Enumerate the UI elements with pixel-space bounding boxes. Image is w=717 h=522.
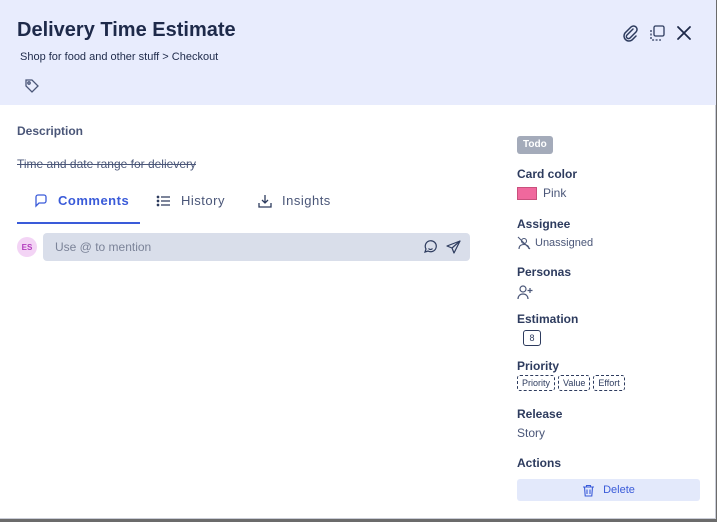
comment-composer: ES (17, 233, 471, 261)
card-title[interactable]: Delivery Time Estimate (17, 19, 236, 42)
actions-label: Actions (517, 456, 562, 470)
card-header: Delivery Time Estimate Shop for food and… (0, 0, 716, 105)
tab-history[interactable]: History (156, 186, 225, 224)
card-detail-modal: Delivery Time Estimate Shop for food and… (0, 0, 716, 519)
card-color-label: Card color (517, 167, 578, 181)
avatar[interactable]: ES (17, 237, 37, 257)
description-label: Description (17, 124, 84, 138)
color-swatch (517, 186, 537, 200)
comments-icon (35, 194, 47, 208)
release-label: Release (517, 407, 563, 421)
tab-bar: Comments History Insights (17, 186, 417, 224)
priority-chip[interactable]: Priority (517, 375, 556, 391)
priority-label: Priority (517, 359, 560, 373)
tab-insights[interactable]: Insights (257, 186, 331, 224)
card-color-selector[interactable]: Pink (517, 186, 566, 200)
release-value[interactable]: Story (517, 426, 545, 440)
delete-button[interactable]: Delete (517, 479, 700, 501)
value-chip[interactable]: Value (558, 375, 591, 391)
tag-icon[interactable] (24, 78, 40, 94)
estimation-label: Estimation (517, 312, 579, 326)
unassigned-user-icon (517, 236, 531, 250)
estimation-value[interactable]: 8 (523, 330, 541, 346)
download-icon (258, 195, 272, 208)
status-badge[interactable]: Todo (517, 136, 553, 154)
breadcrumb[interactable]: Shop for food and other stuff > Checkout (20, 51, 218, 63)
tab-history-label: History (181, 193, 225, 208)
assignee-value: Unassigned (535, 237, 594, 249)
tab-comments[interactable]: Comments (17, 186, 140, 224)
priority-chips: Priority Value Effort (517, 375, 625, 391)
list-icon (156, 195, 170, 207)
add-persona-icon[interactable] (517, 284, 533, 300)
comment-input[interactable] (43, 233, 470, 261)
attachment-icon[interactable] (621, 24, 639, 42)
assignee-label: Assignee (517, 217, 571, 231)
duplicate-icon[interactable] (648, 24, 666, 42)
effort-chip[interactable]: Effort (593, 375, 625, 391)
close-icon[interactable] (675, 24, 693, 42)
tab-comments-label: Comments (58, 193, 130, 208)
emoji-icon[interactable] (423, 240, 438, 255)
description-text[interactable]: Time and date range for delievery (17, 157, 196, 171)
assignee-selector[interactable]: Unassigned (517, 236, 593, 250)
personas-label: Personas (517, 265, 572, 279)
send-icon[interactable] (446, 240, 461, 255)
delete-label: Delete (603, 484, 635, 496)
tab-insights-label: Insights (282, 193, 331, 208)
card-color-value: Pink (543, 186, 567, 200)
trash-icon (583, 484, 595, 497)
